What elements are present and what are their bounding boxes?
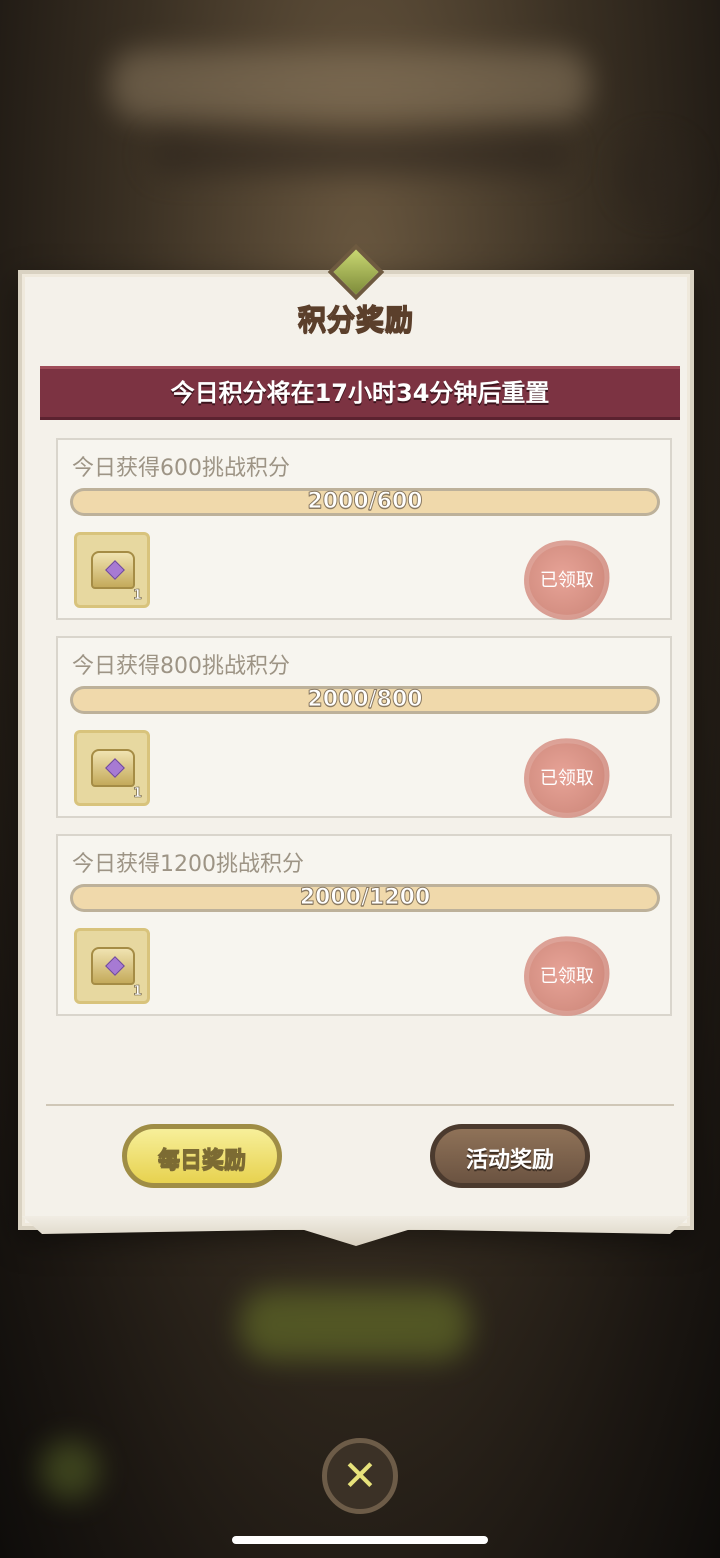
background-shape — [620, 140, 690, 210]
claimed-seal: 已领取 — [517, 929, 617, 1023]
task-progress-bar: 2000/1200 — [70, 884, 660, 912]
task-title: 今日获得800挑战积分 — [72, 654, 290, 679]
item-count: 1 — [132, 588, 143, 604]
background-shape — [150, 135, 570, 175]
item-count: 1 — [132, 786, 143, 802]
task-title: 今日获得1200挑战积分 — [72, 852, 304, 877]
task-progress-bar: 2000/600 — [70, 488, 660, 516]
daily-reward-tab[interactable]: 每日奖励 — [122, 1124, 282, 1188]
treasure-chest-icon — [91, 947, 135, 985]
progress-text: 2000/1200 — [299, 885, 431, 911]
panel-divider — [46, 1104, 674, 1106]
home-indicator[interactable] — [232, 1536, 488, 1544]
event-reward-tab[interactable]: 活动奖励 — [430, 1124, 590, 1188]
score-reward-panel: 积分奖励 今日积分将在17小时34分钟后重置 今日获得600挑战积分 2000/… — [18, 243, 694, 1246]
task-progress-bar: 2000/800 — [70, 686, 660, 714]
panel-bottom-fold — [22, 1216, 690, 1246]
panel-title: 积分奖励 — [297, 302, 414, 336]
background-shape — [110, 50, 590, 120]
close-button[interactable]: ✕ — [322, 1438, 398, 1514]
treasure-chest-icon — [91, 551, 135, 589]
claimed-seal: 已领取 — [517, 533, 617, 627]
reward-item[interactable]: 1 — [74, 730, 150, 806]
task-card: 今日获得800挑战积分 2000/800 1 已领取 — [56, 636, 672, 825]
task-title: 今日获得600挑战积分 — [72, 456, 290, 481]
reward-item[interactable]: 1 — [74, 928, 150, 1004]
progress-text: 2000/600 — [307, 489, 423, 515]
claimed-label: 已领取 — [539, 570, 594, 592]
reward-item[interactable]: 1 — [74, 532, 150, 608]
close-icon: ✕ — [342, 1451, 378, 1500]
task-card: 今日获得1200挑战积分 2000/1200 1 已领取 — [56, 834, 672, 1023]
progress-text: 2000/800 — [307, 687, 423, 713]
task-card: 今日获得600挑战积分 2000/600 1 已领取 — [56, 438, 672, 627]
claimed-seal: 已领取 — [517, 731, 617, 825]
background-shape — [40, 1440, 100, 1500]
item-count: 1 — [132, 984, 143, 1000]
claimed-label: 已领取 — [539, 768, 594, 790]
background-shape — [240, 1290, 470, 1360]
treasure-chest-icon — [91, 749, 135, 787]
header-gem-icon — [327, 243, 385, 301]
reset-timer-banner: 今日积分将在17小时34分钟后重置 — [40, 366, 680, 420]
claimed-label: 已领取 — [539, 966, 594, 988]
